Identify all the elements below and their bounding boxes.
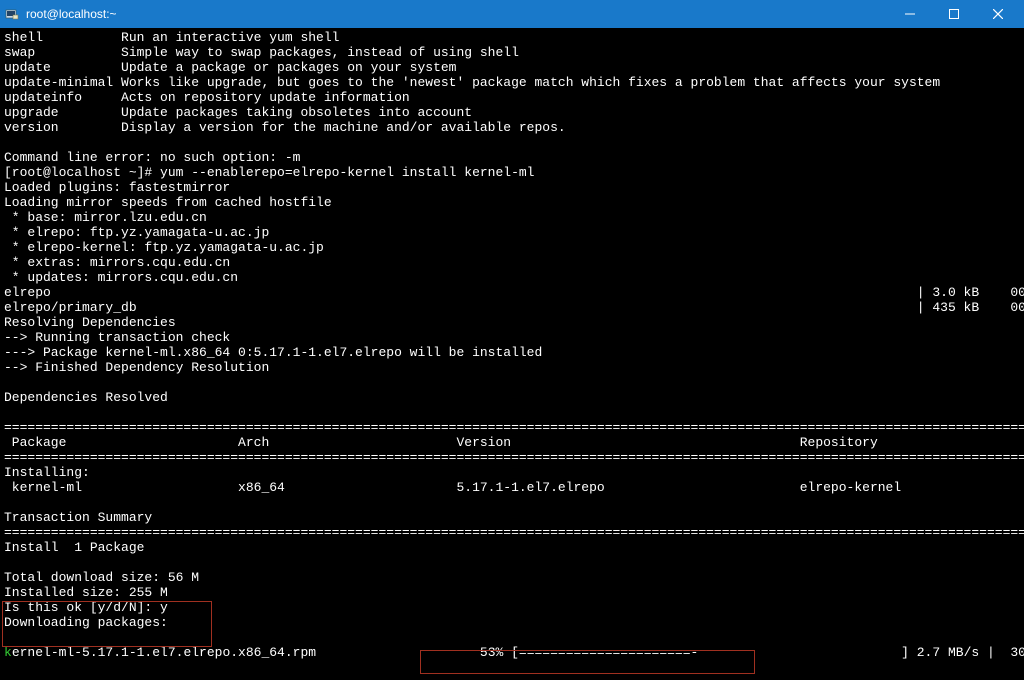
terminal-line: ========================================… bbox=[4, 525, 1020, 540]
terminal-line: updateinfo Acts on repository update inf… bbox=[4, 90, 1020, 105]
terminal-line bbox=[4, 405, 1020, 420]
terminal-line: Downloading packages: bbox=[4, 615, 1020, 630]
terminal-line: Loading mirror speeds from cached hostfi… bbox=[4, 195, 1020, 210]
terminal-line: ========================================… bbox=[4, 420, 1020, 435]
window-controls bbox=[888, 0, 1020, 28]
terminal-line bbox=[4, 135, 1020, 150]
terminal-line: * elrepo-kernel: ftp.yz.yamagata-u.ac.jp bbox=[4, 240, 1020, 255]
terminal-line bbox=[4, 630, 1020, 645]
terminal-line: version Display a version for the machin… bbox=[4, 120, 1020, 135]
terminal-line: * extras: mirrors.cqu.edu.cn bbox=[4, 255, 1020, 270]
terminal-line: Command line error: no such option: -m bbox=[4, 150, 1020, 165]
terminal-line bbox=[4, 495, 1020, 510]
terminal-line: ========================================… bbox=[4, 450, 1020, 465]
terminal-line: * elrepo: ftp.yz.yamagata-u.ac.jp bbox=[4, 225, 1020, 240]
terminal-line: Transaction Summary bbox=[4, 510, 1020, 525]
terminal-line: kernel-ml x86_64 5.17.1-1.el7.elrepo elr… bbox=[4, 480, 1020, 495]
terminal-line: Is this ok [y/d/N]: y bbox=[4, 600, 1020, 615]
terminal-line: Install 1 Package bbox=[4, 540, 1020, 555]
maximize-button[interactable] bbox=[932, 0, 976, 28]
minimize-button[interactable] bbox=[888, 0, 932, 28]
terminal-line bbox=[4, 375, 1020, 390]
putty-icon bbox=[4, 6, 20, 22]
terminal-line: shell Run an interactive yum shell bbox=[4, 30, 1020, 45]
close-button[interactable] bbox=[976, 0, 1020, 28]
window-title: root@localhost:~ bbox=[26, 7, 888, 21]
terminal-line: Resolving Dependencies bbox=[4, 315, 1020, 330]
terminal-line: Total download size: 56 M bbox=[4, 570, 1020, 585]
terminal-line: elrepo | 3.0 kB 00:00:00 bbox=[4, 285, 1020, 300]
terminal-line: elrepo/primary_db | 435 kB 00:00:00 bbox=[4, 300, 1020, 315]
terminal-line: ---> Package kernel-ml.x86_64 0:5.17.1-1… bbox=[4, 345, 1020, 360]
terminal-line: Dependencies Resolved bbox=[4, 390, 1020, 405]
terminal-line: Package Arch Version Repository Size bbox=[4, 435, 1020, 450]
terminal-line: --> Finished Dependency Resolution bbox=[4, 360, 1020, 375]
window-titlebar: root@localhost:~ bbox=[0, 0, 1024, 28]
terminal-line: update Update a package or packages on y… bbox=[4, 60, 1020, 75]
terminal-line: --> Running transaction check bbox=[4, 330, 1020, 345]
terminal-line bbox=[4, 555, 1020, 570]
terminal-line: [root@localhost ~]# yum --enablerepo=elr… bbox=[4, 165, 1020, 180]
terminal-line: * updates: mirrors.cqu.edu.cn bbox=[4, 270, 1020, 285]
terminal-line: * base: mirror.lzu.edu.cn bbox=[4, 210, 1020, 225]
terminal-line: Installing: bbox=[4, 465, 1020, 480]
terminal-line: Loaded plugins: fastestmirror bbox=[4, 180, 1020, 195]
terminal-line: update-minimal Works like upgrade, but g… bbox=[4, 75, 1020, 90]
terminal-line: Installed size: 255 M bbox=[4, 585, 1020, 600]
terminal-line: kernel-ml-5.17.1-1.el7.elrepo.x86_64.rpm… bbox=[4, 645, 1020, 660]
terminal-line: upgrade Update packages taking obsoletes… bbox=[4, 105, 1020, 120]
terminal-viewport[interactable]: shell Run an interactive yum shellswap S… bbox=[0, 28, 1024, 662]
terminal-line: swap Simple way to swap packages, instea… bbox=[4, 45, 1020, 60]
